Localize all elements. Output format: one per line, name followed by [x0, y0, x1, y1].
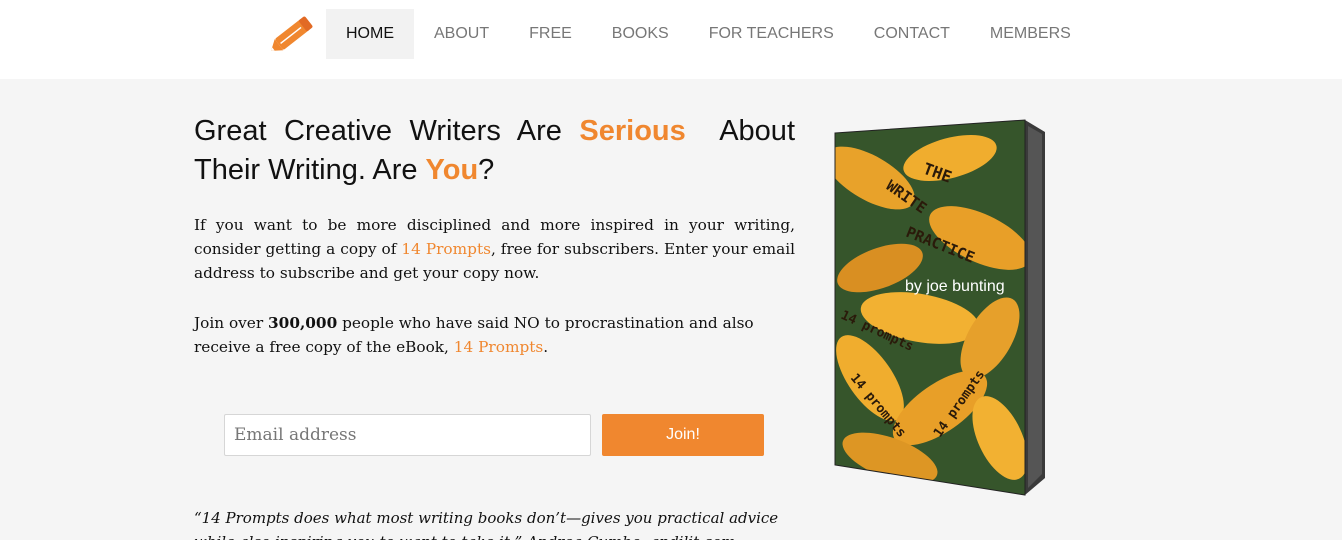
hero-headline: Great Creative Writers Are Serious About…	[194, 112, 795, 190]
join-text-after: .	[543, 338, 549, 356]
nav-item-books[interactable]: BOOKS	[592, 9, 689, 59]
nav-item-for-teachers[interactable]: FOR TEACHERS	[689, 9, 854, 59]
join-paragraph: Join over 300,000 people who have said N…	[194, 311, 795, 359]
main-nav: HOME ABOUT FREE BOOKS FOR TEACHERS CONTA…	[326, 9, 1091, 59]
join-button[interactable]: Join!	[602, 414, 764, 456]
prompts-link[interactable]: 14 Prompts	[401, 240, 491, 258]
headline-part1: Great Creative Writers Are	[194, 115, 580, 147]
nav-item-home[interactable]: HOME	[326, 9, 414, 59]
testimonial-quote: “14 Prompts does what most writing books…	[194, 509, 779, 540]
nav-item-free[interactable]: FREE	[509, 9, 592, 59]
headline-part3: ?	[478, 154, 495, 186]
prompts-ebook-link[interactable]: 14 Prompts	[454, 338, 543, 356]
pencil-logo-icon[interactable]	[266, 12, 320, 58]
intro-paragraph: If you want to be more disciplined and m…	[194, 213, 795, 285]
book-author: by joe bunting	[905, 278, 1005, 295]
headline-highlight-serious: Serious	[579, 115, 686, 147]
subscriber-count: 300,000	[268, 314, 338, 332]
nav-item-members[interactable]: MEMBERS	[970, 9, 1091, 59]
join-text-before: Join over	[194, 314, 269, 332]
site-header: HOME ABOUT FREE BOOKS FOR TEACHERS CONTA…	[0, 0, 1342, 79]
nav-item-contact[interactable]: CONTACT	[854, 9, 970, 59]
headline-highlight-you: You	[425, 154, 479, 186]
nav-item-about[interactable]: ABOUT	[414, 9, 509, 59]
book-cover-image: THE WRITE PRACTICE by joe bunting 14 pro…	[834, 119, 1045, 496]
email-input[interactable]	[224, 414, 591, 456]
